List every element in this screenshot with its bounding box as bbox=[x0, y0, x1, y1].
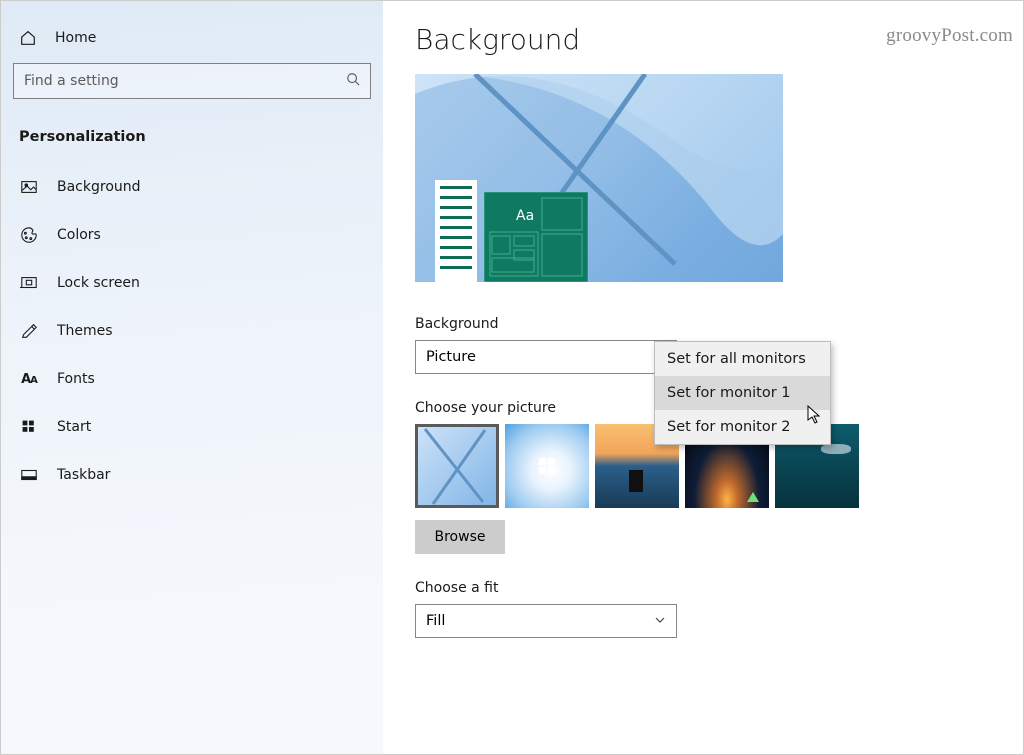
fonts-icon: AA bbox=[19, 369, 39, 389]
home-label: Home bbox=[55, 30, 96, 46]
sidebar-item-themes[interactable]: Themes bbox=[11, 307, 373, 355]
sidebar-item-label: Lock screen bbox=[57, 275, 140, 291]
sidebar-item-label: Taskbar bbox=[57, 467, 110, 483]
thumbnail-wallpaper-abstract-blue[interactable] bbox=[415, 424, 499, 508]
sidebar: Home Personalization Background Colors L… bbox=[1, 1, 383, 754]
image-icon bbox=[19, 177, 39, 197]
sidebar-item-label: Start bbox=[57, 419, 91, 435]
watermark: groovyPost.com bbox=[886, 25, 1013, 47]
sidebar-item-taskbar[interactable]: Taskbar bbox=[11, 451, 373, 499]
sidebar-item-label: Themes bbox=[57, 323, 113, 339]
start-icon bbox=[19, 417, 39, 437]
browse-button[interactable]: Browse bbox=[415, 520, 505, 554]
ctx-set-monitor-1[interactable]: Set for monitor 1 bbox=[655, 376, 830, 410]
palette-icon bbox=[19, 225, 39, 245]
sidebar-item-label: Colors bbox=[57, 227, 101, 243]
themes-icon bbox=[19, 321, 39, 341]
preview-sample-text: Aa bbox=[516, 208, 534, 224]
section-title: Personalization bbox=[11, 121, 373, 163]
background-field-label: Background bbox=[415, 316, 991, 332]
sidebar-item-start[interactable]: Start bbox=[11, 403, 373, 451]
sidebar-item-colors[interactable]: Colors bbox=[11, 211, 373, 259]
taskbar-icon bbox=[19, 465, 39, 485]
lockscreen-icon bbox=[19, 273, 39, 293]
search-box[interactable] bbox=[13, 63, 371, 99]
home-nav[interactable]: Home bbox=[11, 19, 373, 57]
preview-sample-panel: Aa bbox=[484, 192, 588, 282]
sidebar-item-label: Background bbox=[57, 179, 141, 195]
ctx-set-all-monitors[interactable]: Set for all monitors bbox=[655, 342, 830, 376]
fit-dropdown-value: Fill bbox=[426, 613, 445, 629]
home-icon bbox=[19, 29, 37, 47]
thumbnail-wallpaper-windows-light[interactable] bbox=[505, 424, 589, 508]
fit-dropdown[interactable]: Fill bbox=[415, 604, 677, 638]
background-dropdown[interactable]: Picture bbox=[415, 340, 677, 374]
sidebar-item-background[interactable]: Background bbox=[11, 163, 373, 211]
choose-fit-label: Choose a fit bbox=[415, 580, 991, 596]
sidebar-item-fonts[interactable]: AA Fonts bbox=[11, 355, 373, 403]
search-input[interactable] bbox=[14, 73, 336, 89]
background-dropdown-value: Picture bbox=[426, 349, 476, 365]
ctx-set-monitor-2[interactable]: Set for monitor 2 bbox=[655, 410, 830, 444]
context-menu: Set for all monitors Set for monitor 1 S… bbox=[654, 341, 831, 445]
search-icon bbox=[336, 72, 370, 90]
chevron-down-icon bbox=[654, 614, 666, 629]
preview-sample-window bbox=[435, 180, 477, 282]
wallpaper-preview: Aa bbox=[415, 74, 783, 282]
sidebar-item-label: Fonts bbox=[57, 371, 95, 387]
sidebar-item-lockscreen[interactable]: Lock screen bbox=[11, 259, 373, 307]
